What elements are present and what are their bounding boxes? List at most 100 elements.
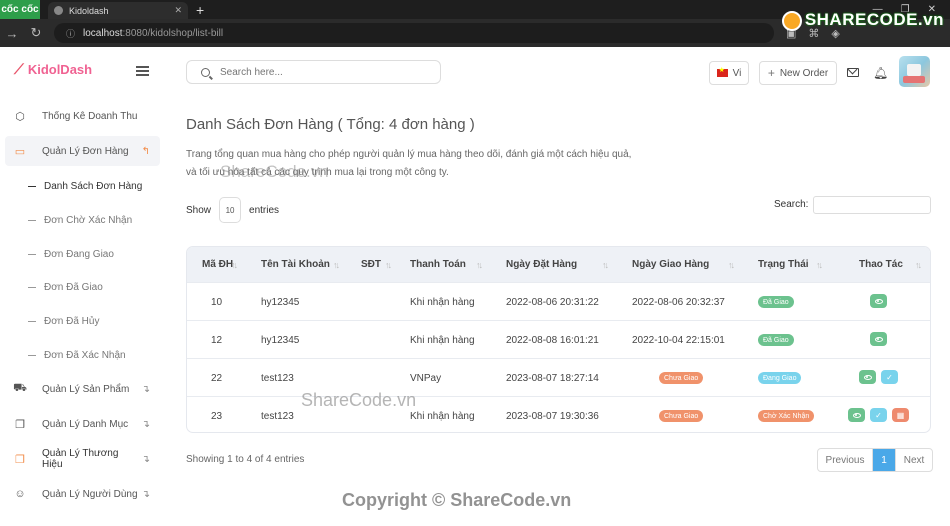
sidebar-item-revenue[interactable]: ⬡ Thống Kê Doanh Thu [5,101,160,131]
delivery-badge: Chưa Giao [659,410,704,422]
sidebar-item-brands[interactable]: ❐ Quản Lý Thương Hiệu ↴ [5,444,160,474]
browser-tab-title: Kidoldash [69,5,109,16]
layers-icon: ❐ [15,453,25,466]
next-page-button[interactable]: Next [895,449,932,471]
logo-text: KidolDash [27,62,93,77]
table-row: 12 hy12345 Khi nhận hàng 2022-08-08 16:0… [187,320,930,358]
logo-mark-icon: ⟋ [14,61,24,77]
watermark-copyright: Copyright © ShareCode.vn [342,490,572,510]
sub-item-cancelled[interactable]: Đơn Đã Hủy [28,310,99,332]
sidebar-item-users[interactable]: ☺ Quản Lý Người Dùng ↴ [5,479,160,509]
sort-icon[interactable]: ↑↓ [231,260,238,270]
status-badge: Đang Giao [758,372,802,384]
delete-button[interactable]: ▦ [892,408,909,422]
new-order-button[interactable]: + New Order [759,61,837,85]
bell-icon[interactable]: 🔔︎ [873,66,888,80]
sort-icon[interactable]: ↑↓ [816,260,823,270]
copy-icon: ❐ [15,418,25,431]
forward-icon[interactable]: → [0,26,24,41]
view-button[interactable] [848,408,865,422]
main-content: Danh Sách Đơn Hàng ( Tổng: 4 đơn hàng ) … [167,95,950,526]
eye-icon [852,412,861,418]
card-icon: ▭ [14,145,26,158]
status-badge: Đã Giao [758,296,794,308]
sub-item-delivered[interactable]: Đơn Đã Giao [28,276,103,298]
avatar[interactable] [899,56,930,87]
favicon-icon [54,6,63,15]
column-header-payment[interactable]: Thanh Toán [410,247,466,282]
dash-icon [28,219,36,221]
cart-icon: ⛟ [13,382,27,394]
logo-circle-icon [781,10,802,31]
top-header: Vi + New Order 🔔︎ [167,47,950,95]
search-icon [201,67,210,77]
thumbs-up-icon: ✓ [875,410,882,420]
sort-icon[interactable]: ↑↓ [915,260,922,270]
view-button[interactable] [870,332,887,346]
column-header-delivery-date[interactable]: Ngày Giao Hàng [632,247,709,282]
plus-icon: + [767,66,775,80]
column-header-phone[interactable]: SĐT [361,247,381,282]
dash-icon [28,253,36,255]
table-row: 23 test123 Khi nhận hàng 2023-08-07 19:3… [187,396,930,432]
dash-icon [28,354,36,356]
delivery-badge: Chưa Giao [659,372,704,384]
dash-icon [28,286,36,288]
sub-item-confirmed[interactable]: Đơn Đã Xác Nhận [28,344,126,366]
reload-icon[interactable]: ↻ [24,25,48,41]
previous-page-button[interactable]: Previous [818,449,873,471]
header-search-input[interactable] [220,66,420,78]
sidebar-item-orders[interactable]: ▭ Quản Lý Đơn Hàng ↰ [5,136,160,166]
dash-icon [28,185,36,187]
users-icon: ☺ [14,488,26,500]
view-button[interactable] [859,370,876,384]
approve-button[interactable]: ✓ [881,370,898,384]
trash-icon: ▦ [896,410,905,420]
sort-icon[interactable]: ↑↓ [385,260,392,270]
expand-arrow-icon: ↴ [141,488,150,500]
status-badge: Đã Giao [758,334,794,346]
sidebar-item-products[interactable]: ⛟ Quản Lý Sản Phẩm ↴ [5,374,160,404]
column-header-order-date[interactable]: Ngày Đặt Hàng [506,247,577,282]
sharecode-logo: SHARECODE.vn [781,10,944,31]
page-1-button[interactable]: 1 [873,449,895,471]
column-header-status[interactable]: Trạng Thái [758,247,809,282]
sort-icon[interactable]: ↑↓ [602,260,609,270]
column-header-account[interactable]: Tên Tài Khoản [261,247,330,282]
sort-icon[interactable]: ↑↓ [728,260,735,270]
sort-icon[interactable]: ↑↓ [333,260,340,270]
expand-arrow-icon: ↰ [141,145,150,157]
sidebar-item-categories[interactable]: ❐ Quản Lý Danh Mục ↴ [5,409,160,439]
sidebar: ⟋ KidolDash ⬡ Thống Kê Doanh Thu ▭ Quản … [0,47,167,526]
dash-icon [28,320,36,322]
sub-item-order-list[interactable]: Danh Sách Đơn Hàng [28,175,142,197]
sub-item-shipping[interactable]: Đơn Đang Giao [28,243,114,265]
header-search[interactable] [186,60,441,84]
url-path: :8080/kidolshop/list-bill [122,27,224,39]
sub-item-pending[interactable]: Đơn Chờ Xác Nhận [28,209,132,231]
table-search-label: Search: [774,199,809,210]
table-header: Mã ĐH ↑↓ Tên Tài Khoản ↑↓ SĐT ↑↓ Thanh T… [187,247,930,282]
cube-icon: ⬡ [15,110,25,123]
browser-tab[interactable]: Kidoldash ✕ [48,2,188,19]
approve-button[interactable]: ✓ [870,408,887,422]
table-row: 22 test123 VNPay 2023-08-07 18:27:14 Chư… [187,358,930,396]
column-header-actions[interactable]: Thao Tác [859,247,903,282]
new-tab-icon[interactable]: + [196,2,204,18]
language-button[interactable]: Vi [709,61,749,85]
browser-brand[interactable]: cốc cốc [0,0,40,19]
entries-select[interactable]: 10 [219,197,242,223]
mail-icon[interactable] [847,68,859,77]
expand-arrow-icon: ↴ [141,418,150,430]
table-search-input[interactable] [813,196,931,214]
view-button[interactable] [870,294,887,308]
url-input[interactable]: ⓘ localhost:8080/kidolshop/list-bill [54,23,774,43]
thumbs-up-icon: ✓ [886,372,893,382]
expand-arrow-icon: ↴ [141,383,150,395]
eye-icon [874,336,883,342]
menu-toggle-icon[interactable] [136,66,149,76]
close-tab-icon[interactable]: ✕ [174,5,182,16]
app-logo[interactable]: ⟋ KidolDash [14,61,92,78]
column-header-id[interactable]: Mã ĐH [202,247,233,282]
sort-icon[interactable]: ↑↓ [476,260,483,270]
